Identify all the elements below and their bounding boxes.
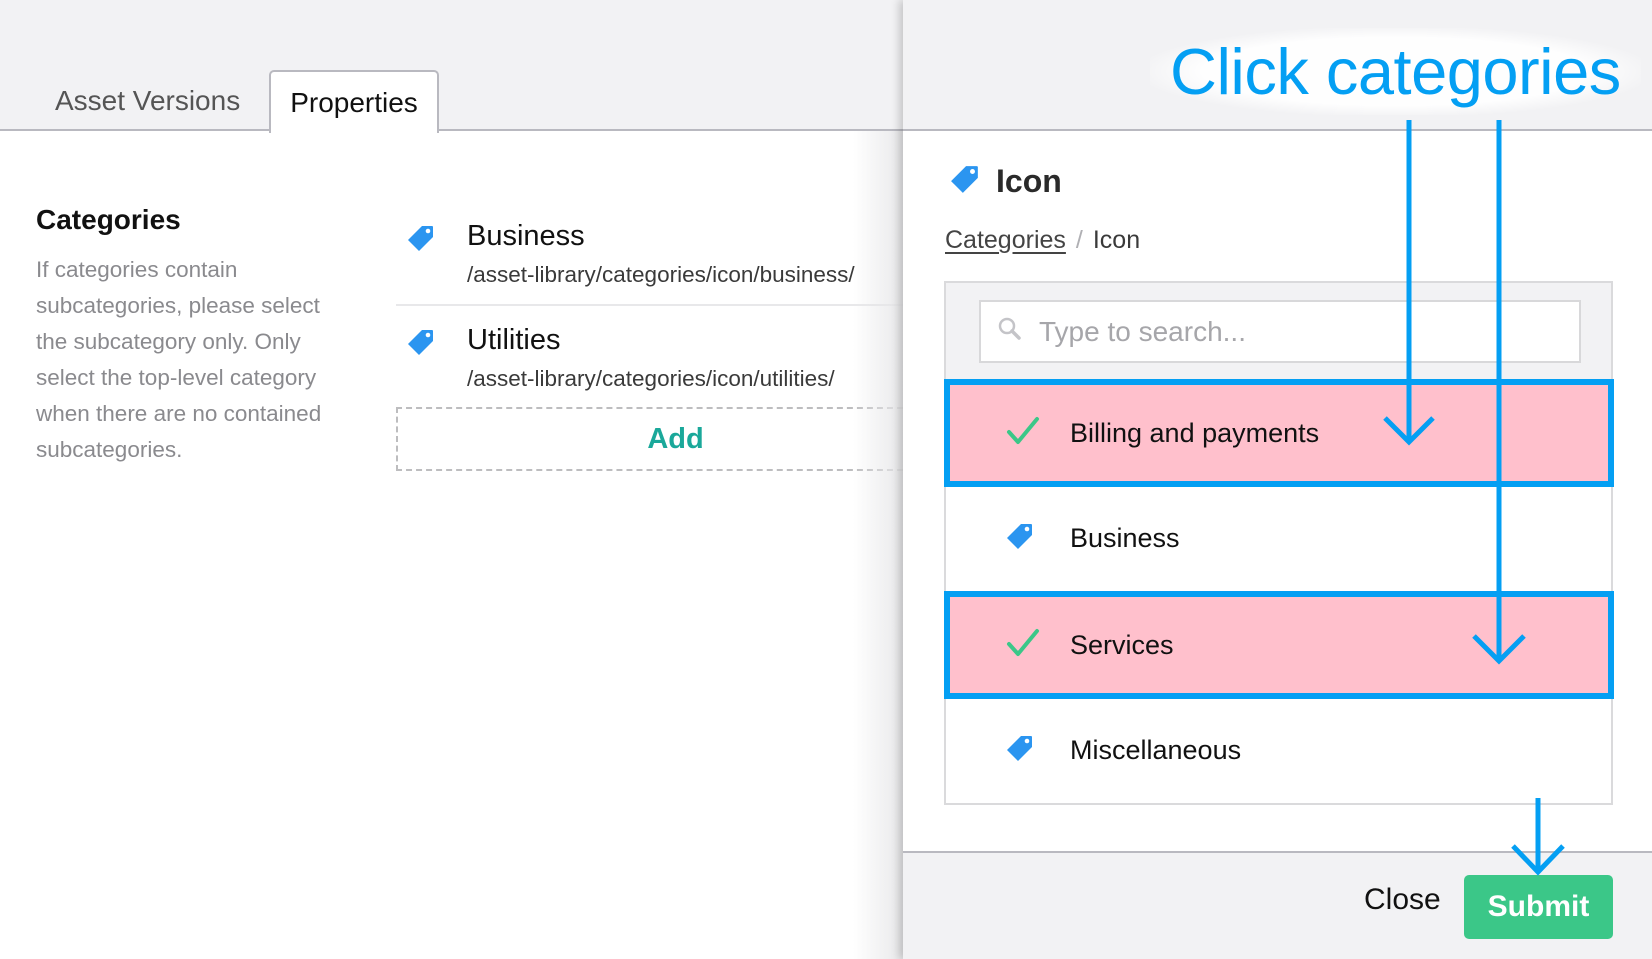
assigned-categories-list: Business /asset-library/categories/icon/… <box>396 208 903 406</box>
breadcrumb: Categories / Icon <box>945 226 1140 255</box>
submit-button[interactable]: Submit <box>1464 875 1613 939</box>
category-list: Type to search... Billing and payments B… <box>944 281 1613 805</box>
tab-asset-versions[interactable]: Asset Versions <box>37 70 258 131</box>
add-category-button[interactable]: Add <box>396 407 903 471</box>
annotation-title: Click categories <box>1150 28 1641 115</box>
category-option-label: Services <box>1070 630 1174 660</box>
check-icon <box>1006 628 1040 663</box>
breadcrumb-current: Icon <box>1092 226 1141 254</box>
categories-help-text: If categories contain subcategories, ple… <box>36 257 322 462</box>
category-picker-drawer: Icon Categories / Icon Type to search... B… <box>903 0 1652 959</box>
assigned-category-name: Business <box>467 220 585 252</box>
tag-icon <box>1006 522 1034 555</box>
drawer-title: Icon <box>950 163 1062 199</box>
category-option-services[interactable]: Services <box>946 593 1611 698</box>
tag-icon <box>1006 734 1034 767</box>
tab-bar: Asset Versions Properties <box>0 0 903 133</box>
category-option-label: Billing and payments <box>1070 418 1320 448</box>
drawer-shadow <box>853 131 903 959</box>
search-input[interactable]: Type to search... <box>979 300 1581 363</box>
category-option-label: Business <box>1070 523 1180 553</box>
category-option-miscellaneous[interactable]: Miscellaneous <box>946 698 1611 803</box>
category-option-billing-and-payments[interactable]: Billing and payments <box>946 381 1611 486</box>
close-button[interactable]: Close <box>1364 883 1441 917</box>
search-area: Type to search... <box>946 283 1611 381</box>
assigned-category-path: /asset-library/categories/icon/utilities… <box>467 366 835 391</box>
tag-icon <box>407 224 435 257</box>
drawer-title-text: Icon <box>996 162 1062 199</box>
breadcrumb-categories-link[interactable]: Categories <box>945 226 1066 254</box>
category-option-label: Miscellaneous <box>1070 735 1242 765</box>
categories-heading: Categories <box>36 204 181 235</box>
assigned-category-item[interactable]: Utilities /asset-library/categories/icon… <box>396 304 903 406</box>
search-icon <box>997 316 1023 347</box>
tag-icon <box>950 164 980 199</box>
assigned-category-item[interactable]: Business /asset-library/categories/icon/… <box>396 208 903 304</box>
assigned-category-name: Utilities <box>467 324 561 356</box>
category-option-business[interactable]: Business <box>946 486 1611 591</box>
tag-icon <box>407 328 435 361</box>
tab-properties[interactable]: Properties <box>269 70 439 133</box>
check-icon <box>1006 416 1040 451</box>
assigned-category-path: /asset-library/categories/icon/business/ <box>467 262 855 287</box>
drawer-footer: Close Submit <box>903 851 1652 959</box>
search-placeholder: Type to search... <box>1039 315 1246 347</box>
breadcrumb-separator: / <box>1075 226 1083 254</box>
